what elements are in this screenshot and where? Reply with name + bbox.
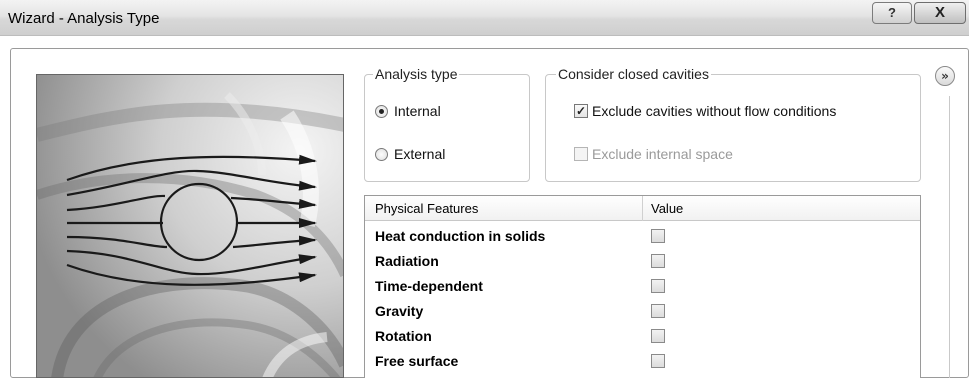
feature-checkbox[interactable] (651, 354, 665, 368)
analysis-type-group: Analysis type Internal External (364, 66, 530, 182)
checkbox-empty-icon (574, 147, 588, 161)
table-row: Radiation (365, 251, 920, 272)
help-button[interactable]: ? (872, 2, 912, 24)
radio-external-label: External (394, 146, 446, 162)
closed-cavities-group: Consider closed cavities ✓ Exclude cavit… (545, 66, 921, 182)
checkmark-icon: ✓ (574, 104, 588, 118)
table-header: Physical Features Value (365, 196, 920, 221)
analysis-type-title: Analysis type (373, 66, 460, 82)
close-button[interactable]: X (914, 2, 966, 24)
feature-checkbox[interactable] (651, 229, 665, 243)
closed-cavities-title: Consider closed cavities (556, 66, 711, 82)
feature-label: Gravity (375, 303, 424, 319)
double-chevron-right-icon[interactable]: » (935, 66, 955, 86)
table-row: Heat conduction in solids (365, 226, 920, 247)
radio-selected-icon (375, 104, 388, 118)
feature-label: Radiation (375, 253, 439, 269)
feature-checkbox[interactable] (651, 279, 665, 293)
table-row: Time-dependent (365, 276, 920, 297)
flow-illustration-icon (37, 75, 343, 377)
feature-checkbox[interactable] (651, 329, 665, 343)
column-header-value[interactable]: Value (651, 201, 683, 216)
feature-label: Time-dependent (375, 278, 483, 294)
table-row: Gravity (365, 301, 920, 322)
radio-unselected-icon (375, 147, 388, 161)
exclude-cavities-label: Exclude cavities without flow conditions (592, 103, 837, 119)
radio-internal-label: Internal (394, 103, 441, 119)
checkbox-exclude-internal-space[interactable]: Exclude internal space (574, 146, 733, 162)
column-divider[interactable] (642, 196, 643, 221)
checkbox-exclude-cavities[interactable]: ✓ Exclude cavities without flow conditio… (574, 103, 836, 119)
physical-features-table: Physical Features Value Heat conduction … (364, 195, 921, 378)
side-panel-toggle-area: » (935, 66, 955, 378)
feature-label: Free surface (375, 353, 459, 369)
feature-checkbox[interactable] (651, 304, 665, 318)
radio-external[interactable]: External (375, 146, 445, 162)
side-divider (949, 96, 950, 378)
column-header-features[interactable]: Physical Features (375, 201, 478, 216)
exclude-internal-space-label: Exclude internal space (592, 146, 733, 162)
feature-label: Heat conduction in solids (375, 228, 546, 244)
internal-flow-illustration (36, 74, 344, 378)
title-bar: Wizard - Analysis Type ? X (0, 0, 969, 36)
table-row: Free surface (365, 351, 920, 372)
feature-label: Rotation (375, 328, 432, 344)
window-title: Wizard - Analysis Type (8, 10, 160, 27)
table-row: Rotation (365, 326, 920, 347)
wizard-window: Wizard - Analysis Type ? X Analysis type… (0, 0, 969, 378)
radio-internal[interactable]: Internal (375, 103, 441, 119)
feature-checkbox[interactable] (651, 254, 665, 268)
